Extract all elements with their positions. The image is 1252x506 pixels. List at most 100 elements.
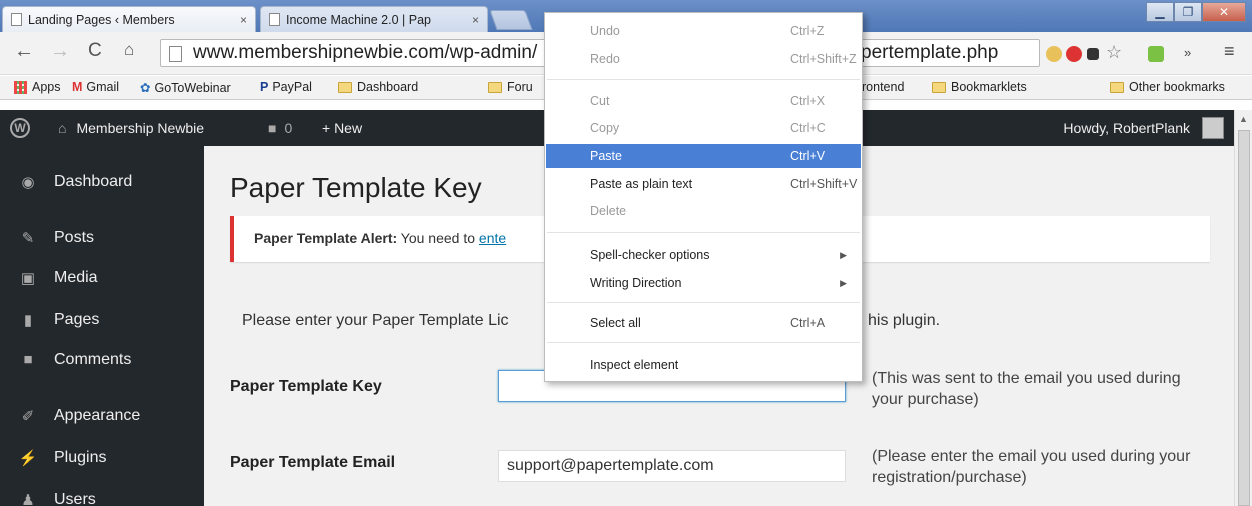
bookmark-apps[interactable]: Apps — [14, 80, 61, 94]
bookmark-forums[interactable]: Foru — [488, 80, 533, 94]
menu-shortcut: Ctrl+V — [790, 149, 826, 163]
apps-grid-icon — [14, 80, 27, 94]
sidebar-item-users[interactable]: ♟ Users — [0, 480, 204, 506]
sidebar-item-comments[interactable]: ■ Comments — [0, 340, 204, 380]
close-window-button[interactable]: ✕ — [1202, 2, 1246, 22]
menu-item-spellcheck[interactable]: Spell-checker options ▶ — [546, 243, 861, 267]
bookmark-frontend[interactable]: rontend — [862, 80, 904, 94]
intro-end: his plugin. — [868, 312, 941, 329]
submenu-arrow-icon: ▶ — [840, 277, 847, 288]
bookmark-label: GoToWebinar — [154, 80, 231, 95]
email-field[interactable] — [498, 450, 846, 482]
bookmark-gotowebinar[interactable]: ✿ GoToWebinar — [140, 80, 231, 96]
close-tab-icon[interactable]: × — [472, 13, 479, 27]
extension-icon[interactable] — [1046, 46, 1062, 62]
reload-icon[interactable]: C — [88, 40, 102, 62]
comments-count: 0 — [284, 120, 293, 136]
block-extension-icon[interactable] — [1066, 46, 1082, 62]
home-icon: ⌂ — [58, 120, 67, 136]
menu-item-copy[interactable]: Copy Ctrl+C — [546, 116, 861, 140]
menu-item-writing-direction[interactable]: Writing Direction ▶ — [546, 271, 861, 295]
pin-icon: ✎ — [21, 230, 35, 247]
menu-shortcut: Ctrl+X — [790, 94, 826, 108]
admin-bar-site[interactable]: ⌂ Membership Newbie — [58, 120, 204, 136]
tab-income-machine[interactable]: Income Machine 2.0 | Pap × — [260, 6, 488, 32]
tab-landing-pages[interactable]: Landing Pages ‹ Members × — [2, 6, 256, 32]
menu-label: Undo — [590, 24, 620, 38]
menu-separator — [547, 342, 860, 343]
maximize-button[interactable]: ❐ — [1174, 2, 1202, 22]
menu-separator — [547, 302, 860, 303]
menu-item-inspect[interactable]: Inspect element — [546, 353, 861, 377]
url-text: www.membershipnewbie.com/wp-admin/ — [193, 42, 538, 63]
bookmark-label: Gmail — [86, 80, 120, 94]
sidebar-item-posts[interactable]: ✎ Posts — [0, 218, 204, 258]
bookmark-label: Dashboard — [357, 80, 419, 94]
scroll-up-icon[interactable]: ▲ — [1239, 114, 1248, 124]
folder-icon — [1110, 81, 1124, 93]
minimize-button[interactable]: ▁ — [1146, 2, 1174, 22]
folder-icon — [488, 81, 502, 93]
scrollbar-thumb[interactable] — [1238, 130, 1250, 506]
sidebar-item-label: Dashboard — [54, 173, 133, 190]
howdy-user[interactable]: Howdy, RobertPlank — [1063, 120, 1190, 136]
bookmark-paypal[interactable]: P PayPal — [260, 80, 312, 94]
bookmark-gmail[interactable]: M Gmail — [72, 80, 119, 94]
menu-icon[interactable]: ≡ — [1224, 41, 1235, 62]
menu-item-paste-plain[interactable]: Paste as plain text Ctrl+Shift+V — [546, 172, 861, 196]
forward-icon[interactable]: → — [50, 40, 70, 63]
browser-window: Landing Pages ‹ Members × Income Machine… — [0, 0, 1252, 506]
comment-icon: ■ — [268, 120, 277, 136]
bookmark-label: Foru — [507, 80, 533, 94]
home-icon[interactable]: ⌂ — [124, 40, 134, 60]
sidebar-item-media[interactable]: ▣ Media — [0, 258, 204, 298]
bookmark-other[interactable]: Other bookmarks — [1110, 80, 1225, 94]
admin-bar-new[interactable]: + New — [322, 120, 362, 136]
extension-green-icon[interactable] — [1148, 46, 1164, 62]
site-name: Membership Newbie — [76, 120, 205, 136]
star-icon[interactable]: ☆ — [1106, 42, 1122, 63]
bookmark-dashboard[interactable]: Dashboard — [338, 80, 418, 94]
dashboard-icon: ◉ — [21, 174, 35, 191]
sidebar-item-pages[interactable]: ▮ Pages — [0, 300, 204, 340]
page-scrollbar[interactable]: ▲ — [1234, 110, 1252, 506]
menu-shortcut: Ctrl+Z — [790, 24, 825, 38]
sidebar-item-label: Users — [54, 491, 96, 506]
sync-extension-icon[interactable] — [1087, 48, 1099, 60]
new-tab-button[interactable] — [489, 10, 533, 30]
menu-item-delete[interactable]: Delete — [546, 199, 861, 223]
wordpress-logo-icon[interactable]: W — [10, 118, 30, 138]
menu-item-redo[interactable]: Redo Ctrl+Shift+Z — [546, 47, 861, 71]
avatar[interactable] — [1202, 117, 1224, 139]
overflow-chevron-icon[interactable]: » — [1184, 45, 1191, 60]
bookmark-label: rontend — [862, 80, 905, 94]
menu-shortcut: Ctrl+C — [790, 121, 826, 135]
sidebar-item-label: Plugins — [54, 449, 107, 466]
key-label: Paper Template Key — [230, 378, 382, 395]
sidebar-item-appearance[interactable]: ✐ Appearance — [0, 396, 204, 436]
menu-item-paste[interactable]: Paste Ctrl+V — [546, 144, 861, 168]
bookmark-label: Apps — [32, 80, 61, 94]
key-description: (This was sent to the email you used dur… — [872, 370, 1181, 408]
bookmark-label: Bookmarklets — [951, 80, 1027, 94]
menu-item-undo[interactable]: Undo Ctrl+Z — [546, 19, 861, 43]
close-tab-icon[interactable]: × — [240, 13, 247, 27]
admin-bar-comments[interactable]: ■ 0 — [268, 120, 292, 136]
menu-item-select-all[interactable]: Select all Ctrl+A — [546, 311, 861, 335]
users-icon: ♟ — [21, 492, 35, 506]
sidebar-item-dashboard[interactable]: ◉ Dashboard — [0, 162, 204, 202]
gmail-icon: M — [72, 80, 83, 94]
menu-label: Inspect element — [590, 358, 679, 372]
email-label: Paper Template Email — [230, 454, 396, 471]
notice-link[interactable]: ente — [479, 230, 506, 246]
menu-label: Copy — [590, 121, 620, 135]
menu-item-cut[interactable]: Cut Ctrl+X — [546, 89, 861, 113]
window-controls: ▁ ❐ ✕ — [1146, 2, 1246, 22]
bookmark-bookmarklets[interactable]: Bookmarklets — [932, 80, 1027, 94]
intro-text: Please enter your Paper Template Lic his… — [242, 312, 940, 330]
back-icon[interactable]: ← — [14, 40, 34, 63]
sidebar-item-label: Comments — [54, 351, 132, 368]
menu-label: Delete — [590, 204, 627, 218]
sidebar-item-plugins[interactable]: ⚡ Plugins — [0, 438, 204, 478]
folder-icon — [338, 81, 352, 93]
